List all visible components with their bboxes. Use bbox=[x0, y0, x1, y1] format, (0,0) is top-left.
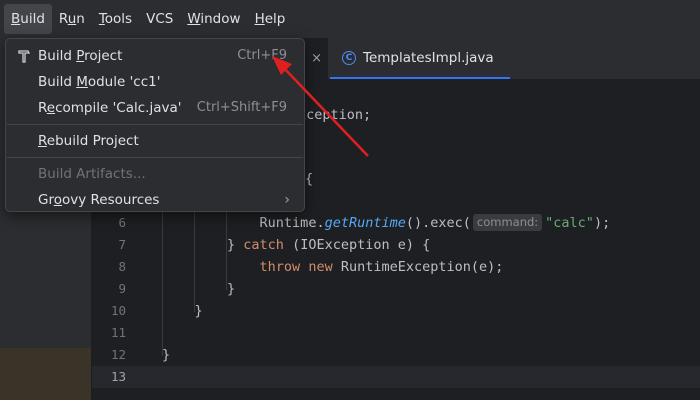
menu-item-build-project[interactable]: Build Project Ctrl+F9 bbox=[6, 43, 304, 69]
code-text: throw new RuntimeException(e); bbox=[259, 259, 504, 275]
code-text: } bbox=[162, 347, 171, 363]
selected-tree-row[interactable] bbox=[0, 348, 92, 400]
code-line: 12} bbox=[92, 344, 700, 366]
code-text: Runtime.getRuntime().exec(command: "calc"… bbox=[259, 214, 611, 231]
code-line: 10 } bbox=[92, 300, 700, 322]
menu-tools[interactable]: Tools bbox=[92, 4, 139, 34]
shortcut-label: Ctrl+Shift+F9 bbox=[196, 100, 287, 115]
line-number: 13 bbox=[110, 369, 126, 384]
line-number: 11 bbox=[110, 325, 126, 340]
menu-run[interactable]: Run bbox=[52, 4, 92, 34]
build-menu-dropdown: Build Project Ctrl+F9 Build Module 'cc1'… bbox=[5, 38, 305, 212]
tab-templatesimpl[interactable]: C TemplatesImpl.java bbox=[330, 38, 510, 79]
line-number: 6 bbox=[118, 215, 126, 230]
code-line: 6 Runtime.getRuntime().exec(command: "cal… bbox=[92, 212, 700, 234]
line-number: 10 bbox=[110, 303, 126, 318]
code-line: 8 throw new RuntimeException(e); bbox=[92, 256, 700, 278]
menu-item-rebuild-project[interactable]: Rebuild Project bbox=[6, 128, 304, 154]
code-text: } catch (IOException e) { bbox=[227, 237, 431, 253]
line-number: 7 bbox=[118, 237, 126, 252]
shortcut-label: Ctrl+F9 bbox=[237, 48, 287, 63]
menu-item-build-module[interactable]: Build Module 'cc1' bbox=[6, 69, 304, 95]
code-text: } bbox=[227, 281, 236, 297]
code-text: xception; bbox=[298, 107, 372, 123]
code-line: 9 } bbox=[92, 278, 700, 300]
class-icon: C bbox=[342, 50, 356, 65]
line-number: 9 bbox=[118, 281, 126, 296]
menu-build[interactable]: Build bbox=[4, 4, 52, 34]
chevron-right-icon: › bbox=[284, 192, 290, 208]
code-line: 11 bbox=[92, 322, 700, 344]
hammer-icon bbox=[17, 48, 33, 64]
line-number: 12 bbox=[110, 347, 126, 362]
menu-window[interactable]: Window bbox=[180, 4, 247, 34]
menu-separator bbox=[7, 124, 303, 125]
line-number: 8 bbox=[118, 259, 126, 274]
menu-item-build-artifacts: Build Artifacts... bbox=[38, 166, 146, 182]
menu-vcs[interactable]: VCS bbox=[139, 4, 180, 34]
close-icon[interactable]: × bbox=[311, 51, 322, 66]
tab-label: TemplatesImpl.java bbox=[363, 49, 494, 66]
menu-item-groovy-resources[interactable]: Groovy Resources › bbox=[6, 187, 304, 213]
menubar: Build Run Tools VCS Window Help bbox=[0, 0, 700, 38]
code-line: 13 bbox=[92, 366, 700, 388]
menu-item-recompile[interactable]: Recompile 'Calc.java' Ctrl+Shift+F9 bbox=[6, 95, 304, 121]
parameter-hint: command: bbox=[472, 214, 543, 231]
code-line: 7 } catch (IOException e) { bbox=[92, 234, 700, 256]
code-text: { bbox=[305, 171, 314, 187]
menu-help[interactable]: Help bbox=[248, 4, 293, 34]
code-text: } bbox=[194, 303, 203, 319]
menu-separator bbox=[7, 157, 303, 158]
